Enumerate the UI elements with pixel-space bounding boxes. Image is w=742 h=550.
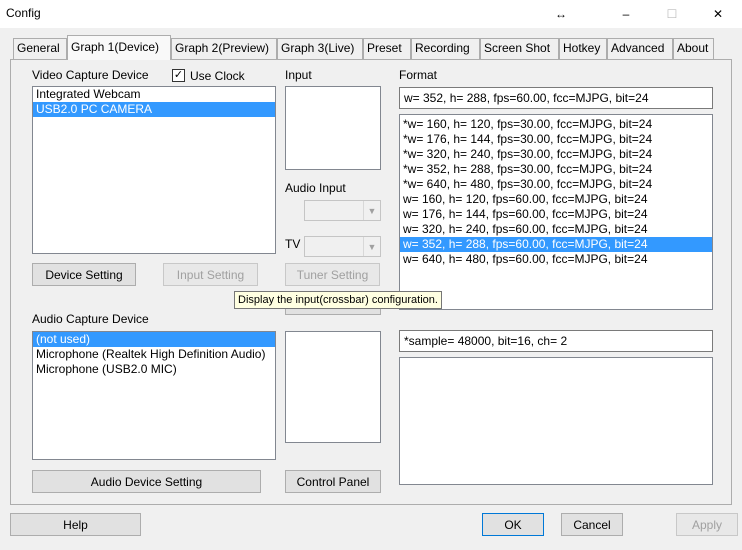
use-clock-label: Use Clock [190, 69, 245, 83]
list-item[interactable]: w= 320, h= 240, fps=60.00, fcc=MJPG, bit… [400, 222, 712, 237]
audio-format-field[interactable]: *sample= 48000, bit=16, ch= 2 [399, 330, 713, 352]
list-item[interactable]: Integrated Webcam [33, 87, 275, 102]
help-button[interactable]: Help [10, 513, 141, 536]
tab-graph-2-preview[interactable]: Graph 2(Preview) [171, 38, 277, 59]
ok-button[interactable]: OK [482, 513, 544, 536]
list-item[interactable]: w= 160, h= 120, fps=60.00, fcc=MJPG, bit… [400, 192, 712, 207]
list-item[interactable]: (not used) [33, 332, 275, 347]
list-item[interactable]: *w= 176, h= 144, fps=30.00, fcc=MJPG, bi… [400, 132, 712, 147]
format-list[interactable]: *w= 160, h= 120, fps=30.00, fcc=MJPG, bi… [399, 114, 713, 310]
chevron-down-icon: ▼ [363, 237, 380, 256]
tv-label: TV [285, 237, 301, 251]
tooltip: Display the input(crossbar) configuratio… [234, 291, 442, 309]
chevron-down-icon: ▼ [363, 201, 380, 220]
minimize-button[interactable]: – [603, 0, 649, 28]
list-item[interactable]: *w= 352, h= 288, fps=30.00, fcc=MJPG, bi… [400, 162, 712, 177]
tab-screen-shot[interactable]: Screen Shot [480, 38, 559, 59]
list-item[interactable]: *w= 640, h= 480, fps=30.00, fcc=MJPG, bi… [400, 177, 712, 192]
audio-capture-device-label: Audio Capture Device [32, 312, 149, 326]
tab-recording[interactable]: Recording [411, 38, 480, 59]
tab-hotkey[interactable]: Hotkey [559, 38, 607, 59]
list-item[interactable]: Microphone (Realtek High Definition Audi… [33, 347, 275, 362]
list-item[interactable]: w= 176, h= 144, fps=60.00, fcc=MJPG, bit… [400, 207, 712, 222]
list-item[interactable]: USB2.0 PC CAMERA [33, 102, 275, 117]
format-current-field[interactable]: w= 352, h= 288, fps=60.00, fcc=MJPG, bit… [399, 87, 713, 109]
audio-input-combo[interactable]: ▼ [304, 200, 381, 221]
audio-format-list[interactable] [399, 357, 713, 485]
input-label: Input [285, 68, 312, 82]
window-title: Config [6, 6, 41, 20]
list-item[interactable]: w= 352, h= 288, fps=60.00, fcc=MJPG, bit… [400, 237, 712, 252]
list-item[interactable]: Microphone (USB2.0 MIC) [33, 362, 275, 377]
tab-graph-3-live[interactable]: Graph 3(Live) [277, 38, 363, 59]
apply-button[interactable]: Apply [676, 513, 738, 536]
video-capture-device-label: Video Capture Device [32, 68, 149, 82]
audio-input-label: Audio Input [285, 181, 346, 195]
input-list[interactable] [285, 86, 381, 170]
hidden-button-edge [285, 309, 381, 315]
tab-advanced[interactable]: Advanced [607, 38, 673, 59]
list-item[interactable]: w= 640, h= 480, fps=60.00, fcc=MJPG, bit… [400, 252, 712, 267]
close-button[interactable]: ✕ [695, 0, 741, 28]
list-item[interactable]: *w= 160, h= 120, fps=30.00, fcc=MJPG, bi… [400, 117, 712, 132]
tab-about[interactable]: About [673, 38, 714, 59]
control-panel-button[interactable]: Control Panel [285, 470, 381, 493]
tab-preset[interactable]: Preset [363, 38, 411, 59]
input-setting-button[interactable]: Input Setting [163, 263, 258, 286]
check-icon: ✓ [173, 69, 184, 81]
tab-graph-1-device[interactable]: Graph 1(Device) [67, 35, 171, 60]
tv-combo[interactable]: ▼ [304, 236, 381, 257]
resize-icon: ↔ [555, 7, 567, 21]
maximize-button[interactable]: ☐ [649, 0, 695, 28]
audio-device-setting-button[interactable]: Audio Device Setting [32, 470, 261, 493]
audio-device-list[interactable]: (not used) Microphone (Realtek High Defin… [32, 331, 276, 460]
cancel-button[interactable]: Cancel [561, 513, 623, 536]
tuner-setting-button[interactable]: Tuner Setting [285, 263, 380, 286]
video-device-list[interactable]: Integrated Webcam USB2.0 PC CAMERA [32, 86, 276, 254]
device-setting-button[interactable]: Device Setting [32, 263, 136, 286]
tab-general[interactable]: General [13, 38, 67, 59]
use-clock-checkbox[interactable]: ✓ [172, 69, 185, 82]
audio-input-list[interactable] [285, 331, 381, 443]
format-label: Format [399, 68, 438, 82]
list-item[interactable]: *w= 320, h= 240, fps=30.00, fcc=MJPG, bi… [400, 147, 712, 162]
